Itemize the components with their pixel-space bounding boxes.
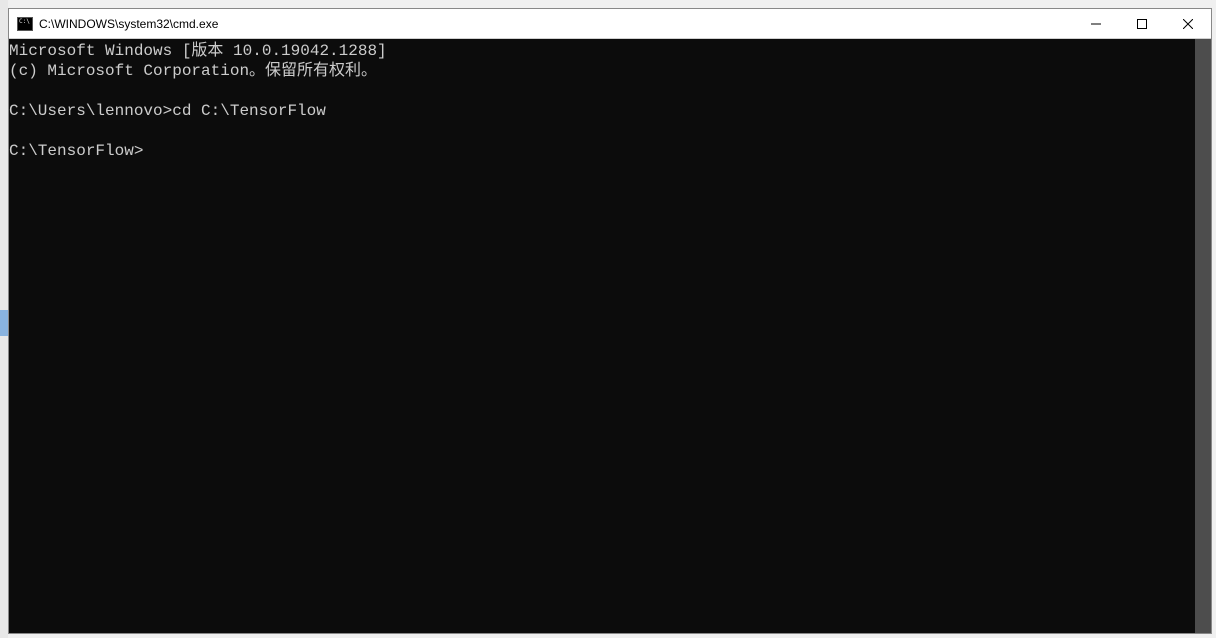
titlebar-left: C:\WINDOWS\system32\cmd.exe [9,17,1073,31]
terminal-wrap: Microsoft Windows [版本 10.0.19042.1288] (… [9,39,1211,633]
close-button[interactable] [1165,9,1211,38]
background-window-hint [0,310,8,336]
cmd-window: C:\WINDOWS\system32\cmd.exe Microsoft Wi… [8,8,1212,634]
titlebar[interactable]: C:\WINDOWS\system32\cmd.exe [9,9,1211,39]
maximize-button[interactable] [1119,9,1165,38]
minimize-icon [1091,19,1101,29]
vertical-scrollbar[interactable] [1195,39,1211,633]
window-controls [1073,9,1211,38]
maximize-icon [1137,19,1147,29]
minimize-button[interactable] [1073,9,1119,38]
cmd-icon [17,17,33,31]
scrollbar-thumb[interactable] [1195,39,1211,633]
close-icon [1183,19,1193,29]
window-title: C:\WINDOWS\system32\cmd.exe [39,17,218,31]
terminal-output[interactable]: Microsoft Windows [版本 10.0.19042.1288] (… [9,39,1195,633]
